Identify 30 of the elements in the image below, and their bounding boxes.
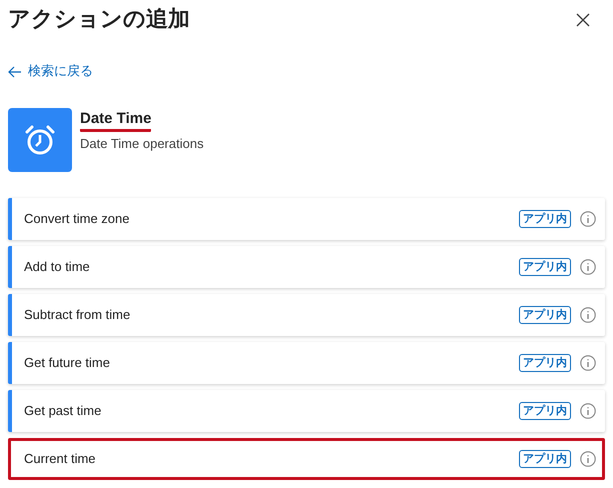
connector-name: Date Time	[80, 108, 152, 132]
info-icon[interactable]	[580, 354, 596, 371]
in-app-tag: アプリ内	[519, 450, 571, 468]
info-icon[interactable]	[580, 258, 596, 275]
in-app-tag: アプリ内	[519, 258, 571, 276]
in-app-tag: アプリ内	[519, 210, 571, 228]
back-arrow-icon	[8, 66, 22, 78]
action-item[interactable]: Current time アプリ内	[8, 438, 605, 480]
action-name: Get past time	[24, 402, 102, 420]
info-icon[interactable]	[580, 450, 596, 467]
info-icon[interactable]	[580, 306, 596, 323]
action-name: Subtract from time	[24, 306, 132, 324]
panel-title: アクションの追加	[8, 6, 190, 34]
action-name: Get future time	[24, 354, 111, 372]
info-icon[interactable]	[580, 210, 596, 227]
in-app-tag: アプリ内	[519, 306, 571, 324]
connector-icon	[8, 108, 72, 172]
action-name: Convert time zone	[24, 210, 130, 228]
in-app-tag: アプリ内	[519, 402, 571, 420]
action-item[interactable]: Get past time アプリ内	[8, 390, 605, 432]
action-name: Add to time	[24, 258, 91, 276]
action-item[interactable]: Get future time アプリ内	[8, 342, 605, 384]
action-item[interactable]: Add to time アプリ内	[8, 246, 605, 288]
back-link[interactable]: 検索に戻る	[8, 62, 93, 82]
connector-description: Date Time operations	[80, 134, 204, 153]
in-app-tag: アプリ内	[519, 354, 571, 372]
info-icon[interactable]	[580, 402, 596, 419]
action-name: Current time	[24, 450, 97, 468]
action-item[interactable]: Subtract from time アプリ内	[8, 294, 605, 336]
action-item[interactable]: Convert time zone アプリ内	[8, 198, 605, 240]
